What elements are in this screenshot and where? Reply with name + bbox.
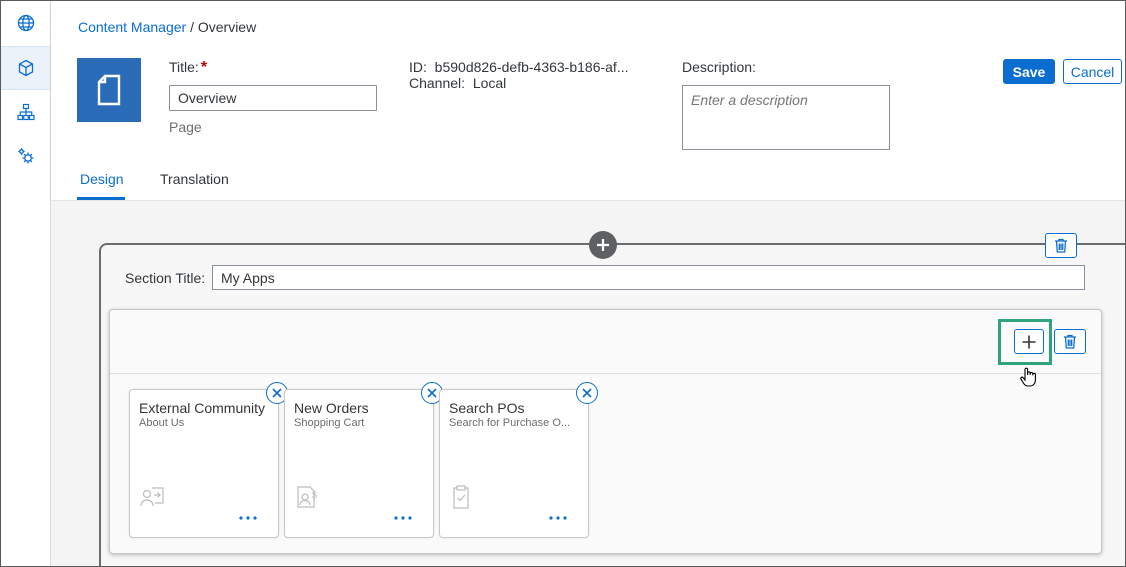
tile-title: External Community [139,400,266,416]
document-dollar-icon: $ [297,486,317,508]
close-icon [582,388,592,398]
design-canvas: Section Title: My Apps External Communit… [51,201,1125,566]
tab-design[interactable]: Design [80,171,124,187]
nav-item-content[interactable] [1,46,50,90]
globe-icon [17,14,34,32]
tile-more-button[interactable] [548,512,568,524]
tile-subtitle: About Us [139,417,185,429]
channel-label: Channel: [409,75,466,91]
id-value: b590d826-defb-4363-b186-af... [434,59,629,75]
page-type-tile [77,58,141,122]
delete-group-button[interactable] [1054,329,1086,354]
document-icon [97,74,121,106]
group-divider [110,373,1101,374]
nav-item-settings[interactable] [1,134,50,178]
page-header: Content Manager / Overview Title:* Page … [51,1,1125,201]
tile-more-button[interactable] [238,512,258,524]
breadcrumb: Content Manager / Overview [78,19,256,35]
page-metadata: ID: b590d826-defb-4363-b186-af... Channe… [409,59,629,91]
save-button[interactable]: Save [1003,59,1055,84]
plus-icon [1022,335,1036,348]
svg-text:$: $ [312,490,317,500]
section-title-label: Section Title: [125,270,206,286]
tile-subtitle: Search for Purchase O... [449,417,571,429]
delete-section-button[interactable] [1045,233,1077,258]
title-label-text: Title: [169,59,199,75]
add-tile-button[interactable] [1014,329,1044,354]
app-frame: Content Manager / Overview Title:* Page … [0,0,1126,567]
cancel-button[interactable]: Cancel [1063,59,1122,84]
tab-translation[interactable]: Translation [160,171,229,187]
nav-item-structure[interactable] [1,90,50,134]
person-arrow-icon [140,487,164,507]
overflow-dots-icon [549,516,567,520]
add-section-button[interactable] [589,231,617,259]
cube-icon [18,59,33,77]
tile-subtitle: Shopping Cart [294,417,365,429]
overflow-dots-icon [394,516,412,520]
plus-icon [597,239,609,251]
breadcrumb-current: Overview [197,19,257,35]
channel-value: Local [472,75,507,91]
title-input[interactable] [169,85,377,111]
clipboard-check-icon [453,485,469,509]
active-tab-indicator [77,197,125,200]
side-navigation [1,1,51,566]
page-type-label: Page [169,119,202,135]
channel-row: Channel: Local [409,75,629,91]
tile-more-button[interactable] [393,512,413,524]
gears-icon [17,148,33,164]
trash-icon [1055,238,1067,253]
hand-cursor-icon [1020,367,1036,387]
close-icon [427,388,437,398]
app-tile[interactable]: Search POs Search for Purchase O... [439,382,598,538]
required-marker: * [200,59,208,76]
tile-title: Search POs [449,400,525,416]
app-tile[interactable]: External Community About Us [129,382,288,538]
tile-group: External Community About Us New Orders S… [109,309,1102,554]
close-icon [272,388,282,398]
breadcrumb-link-content-manager[interactable]: Content Manager [78,19,186,35]
title-label: Title: * [169,59,207,77]
nav-item-sites[interactable] [1,1,50,45]
sitemap-icon [16,103,35,121]
section-title-input[interactable] [212,265,1085,290]
app-tile[interactable]: New Orders Shopping Cart $ [284,382,443,538]
tile-title: New Orders [294,400,369,416]
description-field[interactable] [682,85,890,150]
description-label: Description: [682,59,756,75]
trash-icon [1064,334,1076,349]
remove-tile-button[interactable] [576,382,598,404]
id-row: ID: b590d826-defb-4363-b186-af... [409,59,629,75]
overflow-dots-icon [239,516,257,520]
id-label: ID: [409,59,427,75]
breadcrumb-separator: / [190,19,194,35]
